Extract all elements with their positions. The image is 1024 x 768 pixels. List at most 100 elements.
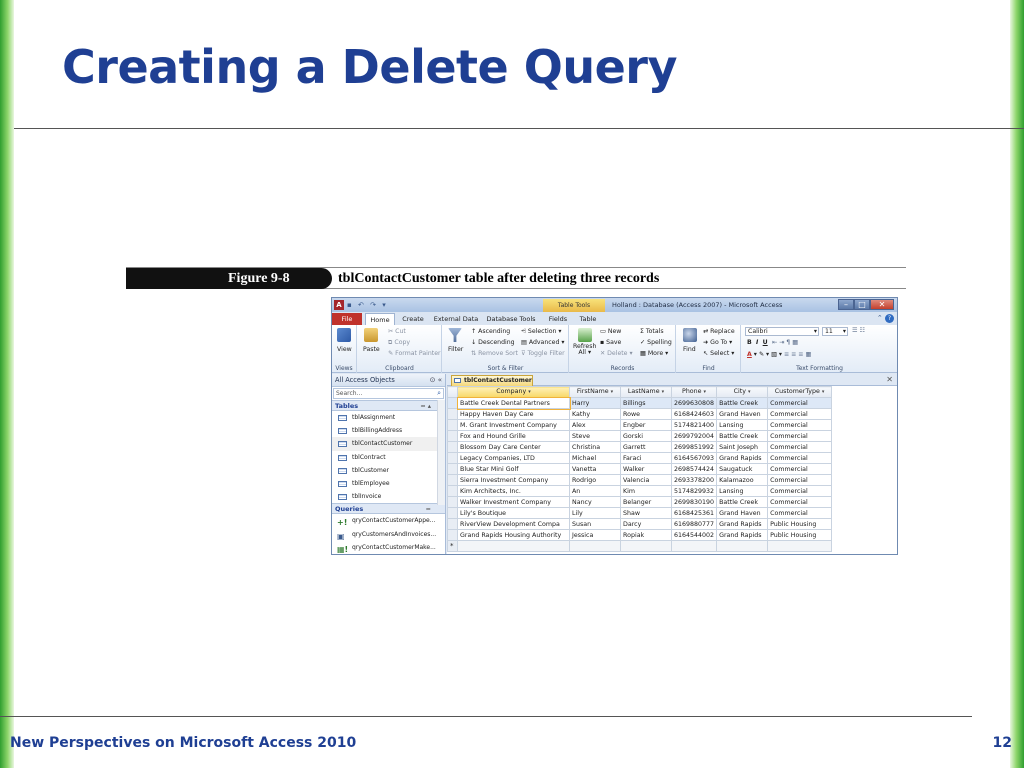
refresh-all-button[interactable]: Refresh All ▾ [573,343,596,356]
table-row[interactable]: Legacy Companies, LTD Michael Faraci 616456… [447,452,833,464]
table-cell[interactable]: 2693378200 [670,474,718,486]
table-row[interactable]: RiverView Development Compa Susan Darcy 616… [447,518,833,530]
toggle-filter-button[interactable]: ⊽ Toggle Filter [521,350,565,357]
table-row[interactable]: Kim Architects, Inc. An Kim 5174829932 Lansi… [447,485,833,497]
font-color-icon[interactable]: A [747,351,752,358]
table-cell[interactable]: Sierra Investment Company [457,474,570,486]
table-cell[interactable]: Alex [569,419,621,431]
access-app-icon[interactable]: A [334,300,344,310]
table-cell[interactable]: Commercial [767,397,833,409]
table-cell[interactable]: Valencia [620,474,672,486]
record-selector[interactable] [447,397,458,409]
nav-item-table[interactable]: tblEmployee [332,477,445,490]
table-row[interactable]: Blue Star Mini Golf Vanetta Walker 26985744… [447,463,833,475]
table-cell[interactable]: Happy Haven Day Care [457,408,570,420]
table-cell[interactable]: 2699792004 [670,430,718,442]
table-cell[interactable]: Kalamazoo [716,474,769,486]
table-cell[interactable]: Darcy [620,518,672,530]
table-cell[interactable]: Blossom Day Care Center [457,441,570,453]
nav-item-query[interactable]: +! qryContactCustomerAppe... [332,514,445,527]
table-cell[interactable]: Saugatuck [716,463,769,475]
column-header-firstname[interactable]: FirstName ▾ [569,386,621,398]
collapse-icon[interactable]: ≈ [426,504,431,514]
record-selector[interactable] [447,518,458,530]
nav-item-query[interactable]: ▣ qryCustomersAndInvoices... [332,528,445,541]
table-cell[interactable]: Faraci [620,452,672,464]
table-cell[interactable]: Grand Rapids [716,452,769,464]
column-header-customertype[interactable]: CustomerType ▾ [767,386,833,398]
column-header-lastname[interactable]: LastName ▾ [620,386,672,398]
nav-item-table[interactable]: tblCustomer [332,464,445,477]
table-cell[interactable]: Shaw [620,507,672,519]
select-button[interactable]: ↖ Select ▾ [703,350,734,357]
save-record-button[interactable]: ▪ Save [600,339,621,346]
table-cell[interactable]: Michael [569,452,621,464]
table-cell[interactable]: Commercial [767,496,833,508]
chevron-down-icon[interactable]: ▾ [822,389,825,395]
table-cell[interactable]: Public Housing [767,518,833,530]
nav-search-input[interactable]: Search... ⌕ [333,388,444,399]
table-cell[interactable]: 2699830190 [670,496,718,508]
nav-pane-controls[interactable]: ⊙ « [430,374,442,387]
list-buttons[interactable]: ☰ ☷ [852,327,865,334]
tab-external-data[interactable]: External Data [433,313,479,325]
tab-file[interactable]: File [332,313,362,325]
table-cell[interactable]: 5174829932 [670,485,718,497]
table-cell[interactable]: Lansing [716,485,769,497]
view-button[interactable]: View [337,346,352,353]
tab-tblcontactcustomer[interactable]: tblContactCustomer [451,375,533,386]
advanced-button[interactable]: ▤ Advanced ▾ [521,339,564,346]
table-cell[interactable]: Vanetta [569,463,621,475]
table-cell[interactable]: Kim [620,485,672,497]
record-selector[interactable] [447,485,458,497]
replace-button[interactable]: ⇄ Replace [703,328,735,335]
delete-record-button[interactable]: ✕ Delete ▾ [600,350,633,357]
more-button[interactable]: ▦ More ▾ [640,350,668,357]
table-cell[interactable]: Public Housing [767,529,833,541]
table-cell[interactable]: Jessica [569,529,621,541]
table-cell[interactable]: Gorski [620,430,672,442]
table-cell[interactable]: Commercial [767,419,833,431]
new-record-row[interactable]: * [447,540,833,552]
table-row[interactable]: Lily's Boutique Lily Shaw 6168425361 Grand H… [447,507,833,519]
nav-group-queries[interactable]: Queries ≈ [332,503,445,515]
table-cell[interactable]: Rodrigo [569,474,621,486]
nav-item-table[interactable]: tblAssignment [332,411,445,424]
goto-button[interactable]: ➜ Go To ▾ [703,339,732,346]
table-row[interactable]: Happy Haven Day Care Kathy Rowe 6168424603 G… [447,408,833,420]
redo-icon[interactable]: ↷ [370,301,378,309]
tab-table[interactable]: Table [576,313,600,325]
italic-icon[interactable]: I [756,339,758,346]
table-cell[interactable]: Battle Creek [716,430,769,442]
table-cell[interactable]: Saint Joseph [716,441,769,453]
minimize-button[interactable]: – [838,299,854,310]
table-cell[interactable]: Walker [620,463,672,475]
chevron-down-icon[interactable]: ▾ [748,389,751,395]
table-cell[interactable]: Harry [569,397,621,409]
table-cell[interactable] [670,540,718,552]
table-cell[interactable] [767,540,833,552]
table-row[interactable]: Grand Rapids Housing Authority Jessica Rop… [447,529,833,541]
table-cell[interactable]: Nancy [569,496,621,508]
table-cell[interactable]: Battle Creek [716,397,769,409]
font-size-select[interactable]: 11 ▾ [822,327,848,336]
table-cell[interactable]: 2699630808 [670,397,718,409]
column-header-phone[interactable]: Phone ▾ [670,386,718,398]
table-cell[interactable]: Commercial [767,485,833,497]
table-row[interactable]: Walker Investment Company Nancy Belanger 26… [447,496,833,508]
table-cell[interactable]: Commercial [767,463,833,475]
ascending-button[interactable]: ↑ Ascending [471,328,510,335]
filter-button[interactable]: Filter [448,346,463,353]
table-cell[interactable]: Grand Rapids [716,518,769,530]
table-cell[interactable]: Lansing [716,419,769,431]
bold-icon[interactable]: B [747,339,752,346]
record-selector[interactable] [447,496,458,508]
record-selector[interactable] [447,419,458,431]
quick-access-toolbar[interactable]: ▪ ↶ ↷ ▾ [347,301,388,309]
find-button[interactable]: Find [683,346,696,353]
table-cell[interactable]: Battle Creek Dental Partners [456,396,571,410]
nav-item-table[interactable]: tblContract [332,451,445,464]
chevron-down-icon[interactable]: ▾ [611,389,614,395]
collapse-icon[interactable]: ≈ ▴ [420,401,431,411]
align-icons[interactable]: ≡ ≡ ≡ ▦ [784,351,811,358]
